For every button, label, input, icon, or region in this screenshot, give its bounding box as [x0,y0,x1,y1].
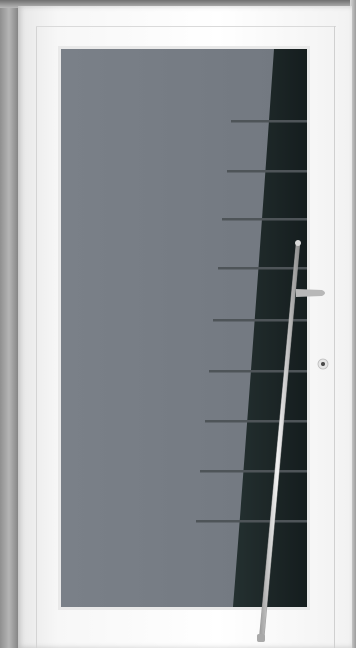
handle-cap-top [295,240,301,246]
keyhole-icon[interactable] [317,358,329,370]
decorative-bar [222,218,307,221]
handle-mount [296,289,325,297]
decorative-bar [200,470,307,473]
decorative-bar [227,170,307,173]
decorative-bar [196,520,307,523]
decorative-bar [209,370,307,373]
decorative-bar [205,420,307,423]
door-glass-panel [58,46,329,642]
handle-cap-bottom [257,634,265,642]
decorative-bar [231,120,307,123]
